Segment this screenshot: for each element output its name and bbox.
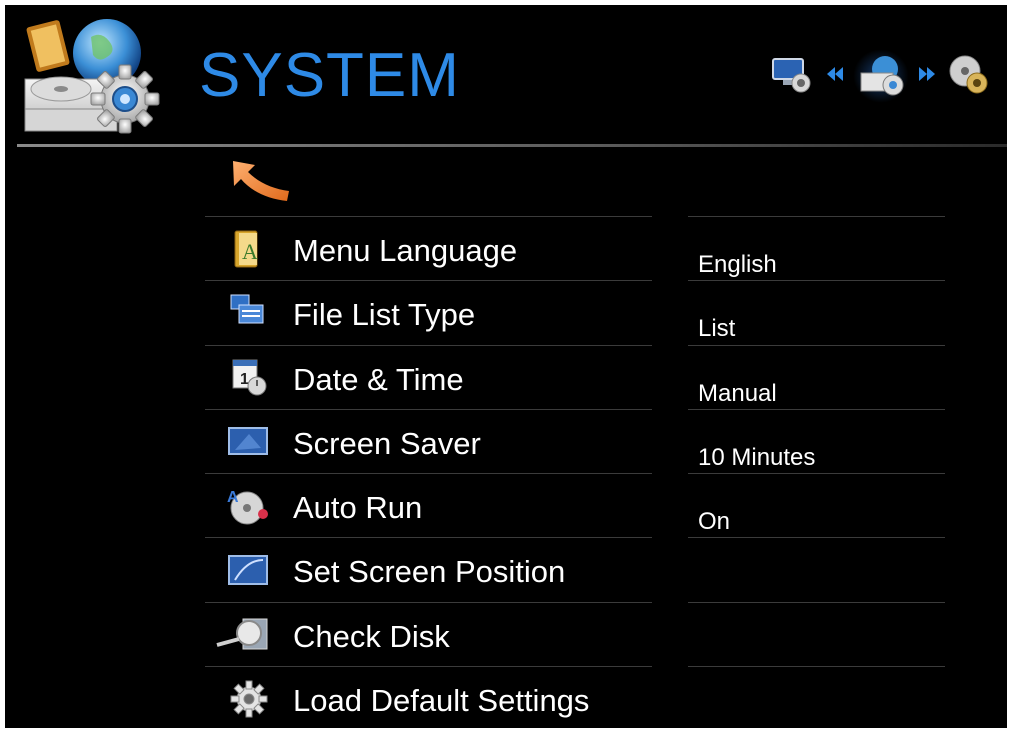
menu-item-label: Menu Language [293,233,518,268]
file-list-type-value: List [698,315,736,343]
menu-item-label: Auto Run [293,490,423,526]
fast-forward-arrow-icon[interactable] [919,67,935,81]
menu-language-value: English [698,251,777,278]
menu-item-load-default-settings[interactable]: Load Default Settings [205,666,652,728]
value-row [688,537,945,601]
back-arrow-icon[interactable] [225,155,295,209]
value-row: On [688,473,945,537]
menu-item-label: Check Disk [293,618,450,654]
menu-item-label: Date & Time [293,361,464,397]
language-book-icon: A [234,230,258,268]
screen-saver-icon [228,426,268,455]
display-settings-icon[interactable] [771,53,815,97]
screen-saver-value: 10 Minutes [698,443,816,471]
menu-item-auto-run[interactable]: A Auto Run [205,473,652,537]
value-row: List [688,280,945,344]
menu-item-label: Load Default Settings [293,683,590,719]
value-row: Manual [688,344,945,409]
menu-item-menu-language[interactable]: A Menu Language [205,216,652,280]
auto-run-disc-icon: A [227,489,268,525]
settings-menu: A Menu Language File List Type 1 Date & … [205,216,652,728]
rewind-arrow-icon[interactable] [827,67,843,81]
svg-text:A: A [242,239,258,264]
value-row [688,601,945,666]
value-row: English [688,216,945,280]
menu-item-label: Screen Saver [293,425,481,461]
menu-item-screen-saver[interactable]: Screen Saver [205,408,652,473]
settings-values: English List Manual 10 Minutes On [688,216,945,728]
system-settings-icon [24,19,160,134]
gear-icon [230,680,268,718]
disc-settings-icon[interactable] [947,53,991,97]
menu-item-check-disk[interactable]: Check Disk [205,601,652,666]
calendar-clock-icon: 1 [232,359,267,396]
tv-screen: SYSTEM A Menu Language File List Type 1 … [5,5,1007,728]
svg-text:A: A [227,489,239,506]
menu-item-set-screen-position[interactable]: Set Screen Position [205,537,652,601]
menu-item-label: Set Screen Position [293,554,566,590]
system-icon[interactable] [859,53,907,99]
menu-item-date-time[interactable]: 1 Date & Time [205,344,652,409]
date-time-value: Manual [698,379,777,407]
page-title: SYSTEM [199,41,460,110]
file-list-icon [230,294,264,324]
value-row: 10 Minutes [688,408,945,473]
value-row [688,666,945,728]
screen-position-icon [228,555,268,586]
magnifier-disk-icon [216,618,268,650]
auto-run-value: On [698,508,731,536]
header-divider [17,144,1007,147]
category-nav [771,49,991,103]
menu-item-label: File List Type [293,297,476,333]
menu-item-file-list-type[interactable]: File List Type [205,280,652,344]
